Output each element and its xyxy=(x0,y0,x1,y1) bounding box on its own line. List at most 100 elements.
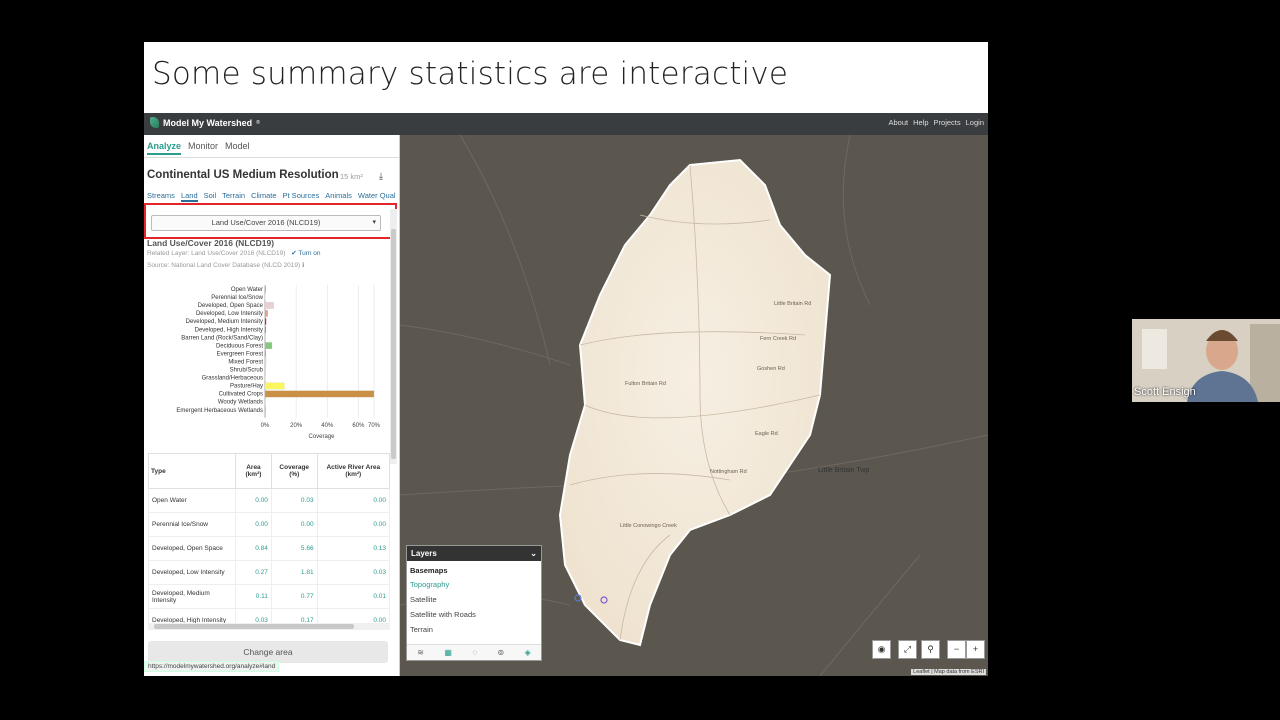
subtab-climate[interactable]: Climate xyxy=(251,191,276,202)
highlight-frame xyxy=(144,203,397,239)
chart-category-label: Shrub/Scrub xyxy=(230,368,264,374)
layers-toolbar: ≋ ▦ ◌ ⊚ ◈ xyxy=(407,644,541,660)
brand[interactable]: Model My Watershed ® xyxy=(150,117,260,128)
chart-x-tick: 0% xyxy=(261,423,270,429)
chart-bar[interactable] xyxy=(264,358,267,366)
table-row: Developed, High Intensity 0.03 0.17 0.00 xyxy=(148,608,390,623)
map-label-road-5: Goshen Rd xyxy=(757,366,785,372)
locate-icon[interactable]: ◉ xyxy=(872,640,891,659)
subtab-soil[interactable]: Soil xyxy=(204,191,217,202)
webcam-feed: Scott Ensign xyxy=(1132,319,1280,402)
subtab-animals[interactable]: Animals xyxy=(325,191,352,202)
map-label-place: Little Britain Twp xyxy=(818,467,869,474)
table-hscrollbar[interactable] xyxy=(148,623,390,630)
chart-bar[interactable] xyxy=(264,382,285,390)
map[interactable]: Little Britain Twp Nottingham Rd Little … xyxy=(400,135,988,676)
table-row: Developed, Low Intensity 0.27 1.81 0.03 xyxy=(148,560,390,585)
signal-icon[interactable]: ⊚ xyxy=(498,648,505,657)
comment-icon[interactable]: ◌ xyxy=(472,648,477,657)
chart-bar[interactable] xyxy=(264,398,266,406)
slide: Some summary statistics are interactive … xyxy=(144,42,988,676)
col-type[interactable]: Type xyxy=(148,453,236,489)
chart-category-label: Open Water xyxy=(231,287,263,293)
map-label-road-4: Eagle Rd xyxy=(755,431,778,437)
grid-icon[interactable]: ▦ xyxy=(444,648,452,657)
chart-category-label: Barren Land (Rock/Sand/Clay) xyxy=(181,335,263,341)
subtab-streams[interactable]: Streams xyxy=(147,191,175,202)
cell-value: 1.81 xyxy=(270,560,318,585)
zoom-out-button[interactable]: − xyxy=(947,640,966,659)
aoi-title: Continental US Medium Resolution xyxy=(147,169,339,181)
nav-login[interactable]: Login xyxy=(966,118,984,127)
chart-bar[interactable] xyxy=(264,285,266,293)
land-cover-table: Type Area (km²) Coverage (%) Active Rive… xyxy=(148,453,390,623)
related-layer: Related Layer: Land Use/Cover 2016 (NLCD… xyxy=(147,249,321,257)
sidebar-scrollbar-thumb[interactable] xyxy=(391,229,396,459)
brand-name: Model My Watershed xyxy=(163,117,253,128)
cell-type: Open Water xyxy=(148,488,236,513)
turn-on-link[interactable]: ✔ Turn on xyxy=(291,250,320,257)
fullscreen-icon[interactable]: ⤢ xyxy=(898,640,917,659)
cell-value: 0.00 xyxy=(235,488,272,513)
change-area-button[interactable]: Change area xyxy=(148,641,388,663)
chart-bar[interactable] xyxy=(264,293,266,301)
main-tabs: Analyze Monitor Model xyxy=(147,141,250,155)
cell-value: 0.01 xyxy=(316,584,390,609)
sidebar-scrollbar[interactable] xyxy=(390,209,397,464)
subtab-water-qual[interactable]: Water Qual xyxy=(358,191,396,202)
chart-bar[interactable] xyxy=(264,406,266,414)
chart-category-label: Developed, Open Space xyxy=(198,303,264,309)
chart-x-tick: 70% xyxy=(368,423,381,429)
col-coverage[interactable]: Coverage (%) xyxy=(270,453,318,489)
table-row: Open Water 0.00 0.03 0.00 xyxy=(148,488,390,513)
chart-bar[interactable] xyxy=(264,366,266,374)
map-marker[interactable] xyxy=(574,594,582,602)
subtab-land[interactable]: Land xyxy=(180,191,198,202)
cell-value: 0.00 xyxy=(316,512,390,537)
basemap-terrain[interactable]: Terrain xyxy=(407,622,541,637)
nav-about[interactable]: About xyxy=(889,118,909,127)
chart-bar[interactable] xyxy=(264,310,268,317)
chart-bar[interactable] xyxy=(264,350,266,358)
zoom-in-button[interactable]: + xyxy=(966,640,985,659)
chart-bar[interactable] xyxy=(264,390,375,398)
map-label-road-7: Little Britain Rd xyxy=(774,301,811,307)
streams-icon[interactable]: ≋ xyxy=(417,648,424,657)
cell-type: Developed, Low Intensity xyxy=(148,560,236,585)
table-hscrollbar-thumb[interactable] xyxy=(154,624,354,629)
subtab-terrain[interactable]: Terrain xyxy=(222,191,245,202)
chart-bar[interactable] xyxy=(264,342,273,349)
cell-value: 0.13 xyxy=(316,536,390,561)
layers-header[interactable]: Layers ⌄ xyxy=(407,546,541,561)
chart-bar[interactable] xyxy=(264,318,267,325)
chart-bar[interactable] xyxy=(264,326,266,333)
chart-category-label: Pasture/Hay xyxy=(230,384,263,390)
watershed-logo-icon xyxy=(150,117,159,128)
brand-mark: ® xyxy=(256,119,260,126)
cell-value: 0.00 xyxy=(316,488,390,513)
chart-bar[interactable] xyxy=(264,374,266,382)
map-attribution[interactable]: Leaflet | Map data from ESRI xyxy=(911,669,986,675)
download-icon[interactable]: ⤓ xyxy=(379,171,383,182)
pin-icon[interactable]: ⚲ xyxy=(921,640,940,659)
basemap-satellite-roads[interactable]: Satellite with Roads xyxy=(407,607,541,622)
basemap-satellite[interactable]: Satellite xyxy=(407,592,541,607)
tab-model[interactable]: Model xyxy=(225,141,250,155)
nav-help[interactable]: Help xyxy=(913,118,928,127)
chart-bar[interactable] xyxy=(264,334,266,341)
basemap-topography[interactable]: Topography xyxy=(407,577,541,592)
subtab-pt-sources[interactable]: Pt Sources xyxy=(283,191,320,202)
col-area[interactable]: Area (km²) xyxy=(235,453,272,489)
status-url: https://modelmywatershed.org/analyze#lan… xyxy=(144,661,280,672)
tab-analyze[interactable]: Analyze xyxy=(147,141,182,155)
cell-value: 0.03 xyxy=(270,488,318,513)
map-label-road-1: Nottingham Rd xyxy=(710,469,747,475)
tab-monitor[interactable]: Monitor xyxy=(188,141,218,155)
chevron-down-icon[interactable]: ⌄ xyxy=(530,549,537,558)
table-row: Developed, Medium Intensity 0.11 0.77 0.01 xyxy=(148,584,390,609)
basemap-stack-icon[interactable]: ◈ xyxy=(525,648,531,657)
nav-projects[interactable]: Projects xyxy=(934,118,961,127)
chart-bar[interactable] xyxy=(264,302,274,309)
col-active-river-area[interactable]: Active River Area (km²) xyxy=(316,453,390,489)
chart-category-label: Deciduous Forest xyxy=(216,343,263,349)
